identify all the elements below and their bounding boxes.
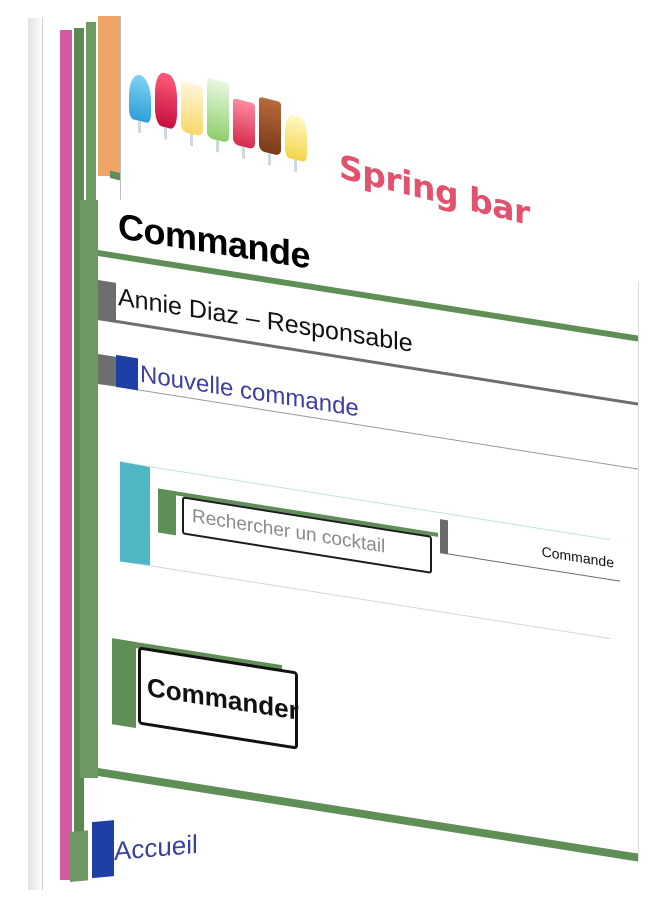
order-panel: Commande Annie Diaz – Responsable Nouvel… [98, 196, 639, 862]
footer-edge-green [70, 830, 88, 882]
home-link[interactable]: Accueil [114, 829, 198, 867]
blue-lagoon-icon [129, 72, 151, 124]
footer-marker [92, 820, 114, 879]
new-order-link[interactable]: Nouvelle commande [140, 361, 359, 424]
red-cocktail-icon [155, 70, 177, 131]
iced-tea-icon [259, 96, 281, 157]
nav-marker [116, 354, 138, 391]
mojito-icon [207, 77, 229, 144]
app-scene: Spring bar Commande Annie Diaz – Respons… [0, 0, 663, 902]
commande-button[interactable]: Commande [440, 519, 620, 582]
search-field-frame [158, 488, 438, 577]
search-section: Commande [120, 461, 620, 640]
header-edge-orange [98, 16, 120, 176]
search-input[interactable] [182, 496, 432, 574]
citrus-drink-icon [181, 81, 203, 137]
header-edge-green [86, 22, 96, 222]
commander-button[interactable]: Commander [138, 646, 299, 750]
berry-drink-icon [233, 98, 255, 150]
commander-frame: Commander [112, 638, 299, 752]
lemonade-icon [285, 113, 307, 163]
main-edge-green [80, 200, 98, 778]
cocktail-image [129, 58, 307, 163]
frame-edge-white [28, 18, 43, 890]
brand-title: Spring bar [339, 146, 530, 234]
frame-edge-pink [60, 30, 72, 880]
footer: Accueil [70, 808, 198, 884]
